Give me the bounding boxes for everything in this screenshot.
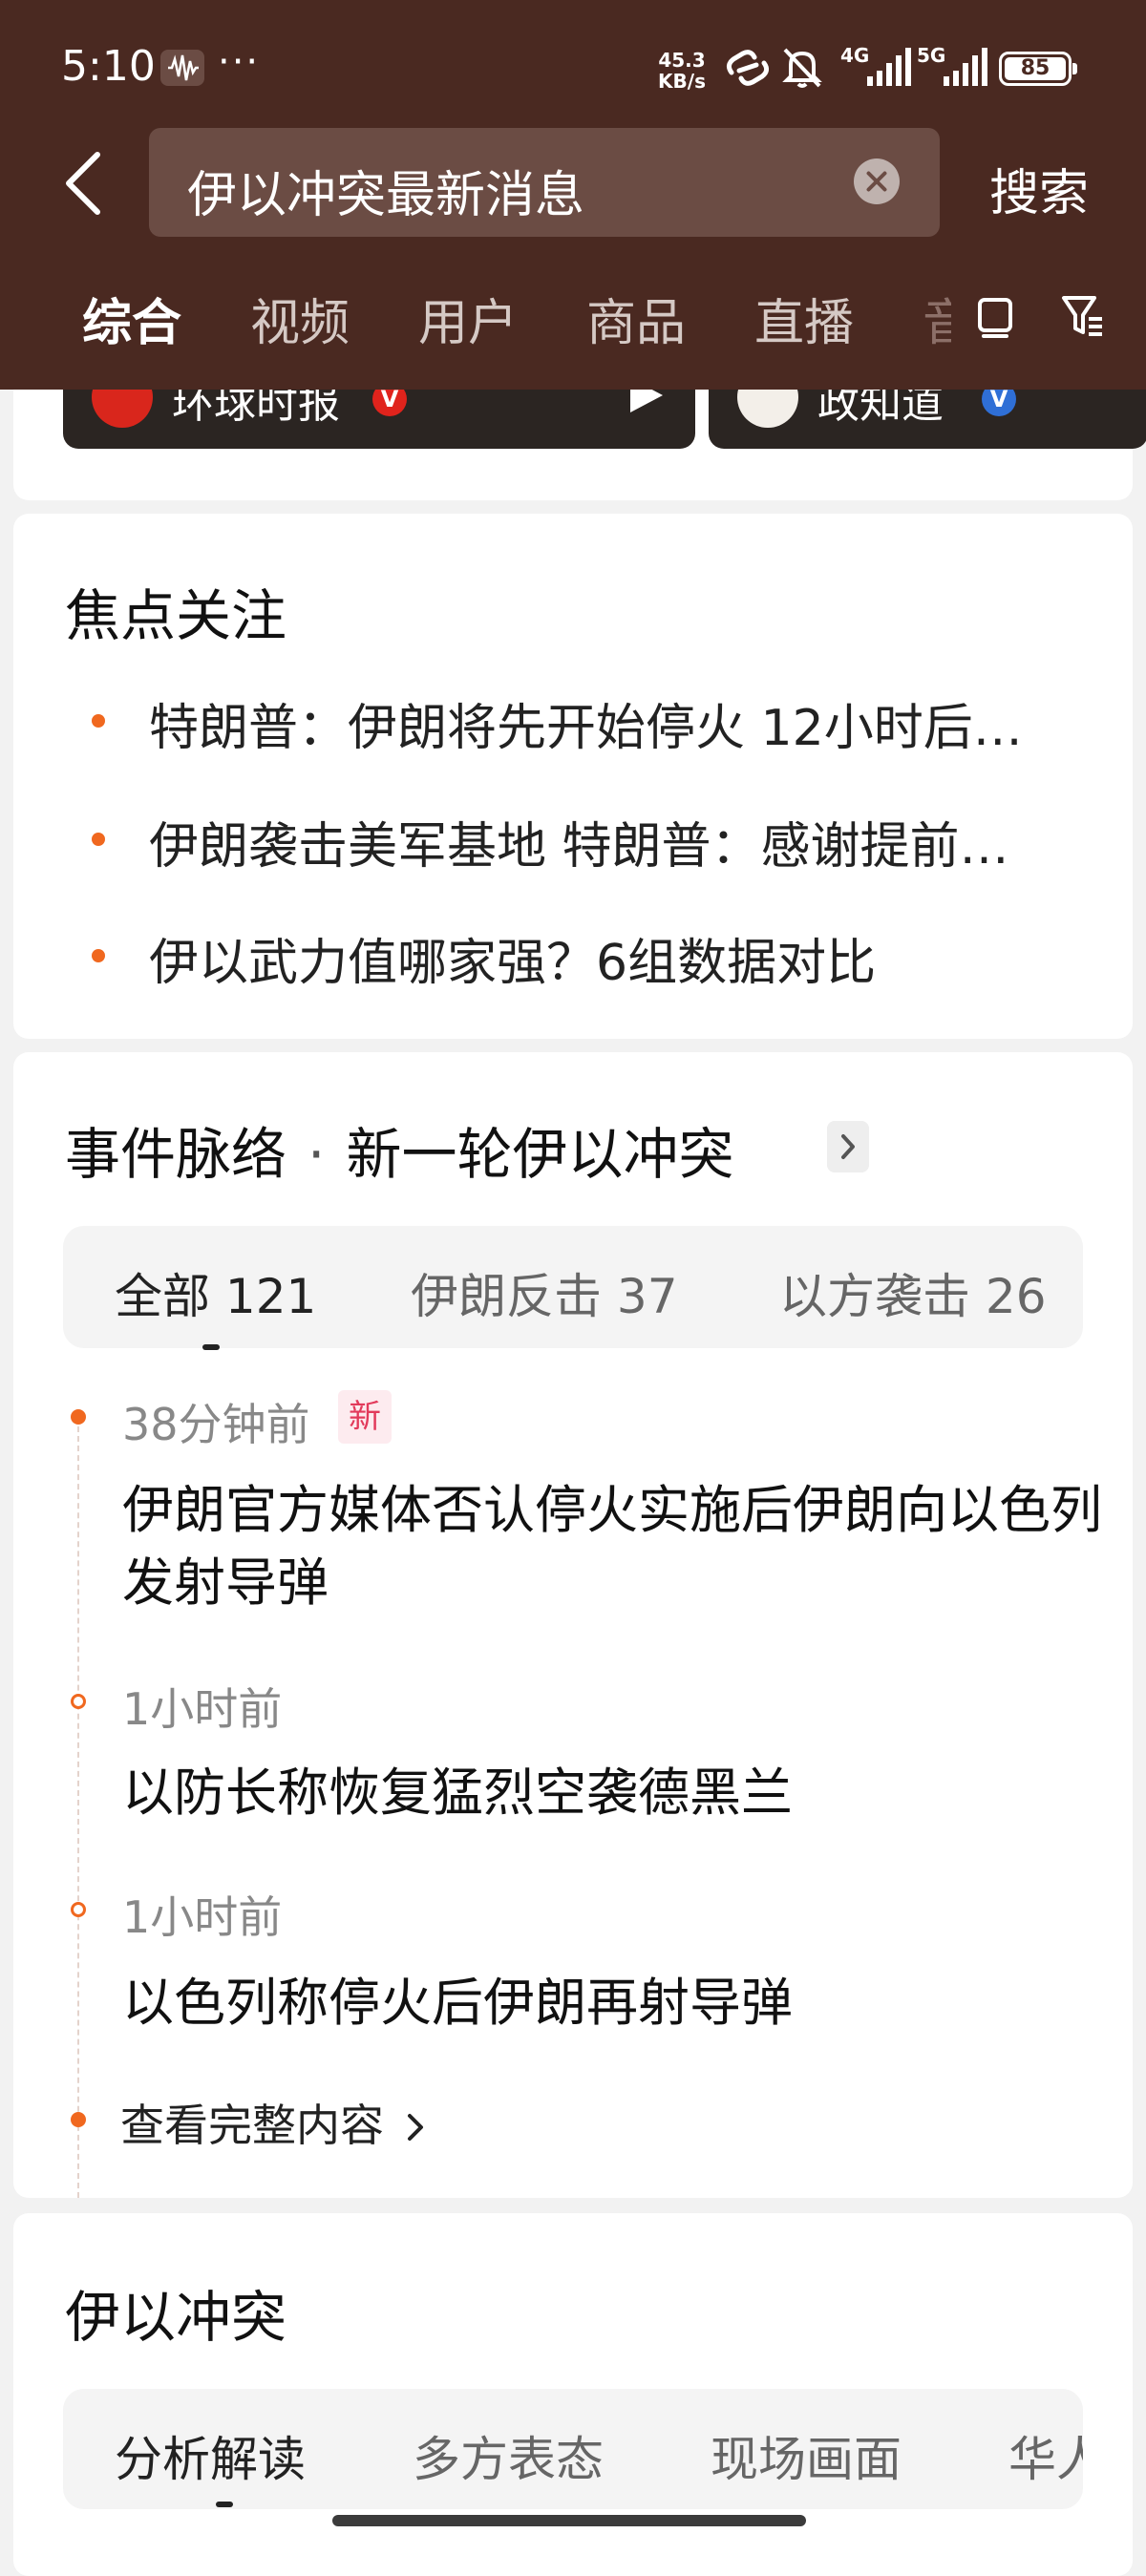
bullet-icon [92,949,105,962]
bullet-icon [92,714,105,728]
event-text[interactable]: 以防长称恢复猛烈空袭德黑兰 [122,1757,1106,1829]
conflict-tabs: 分析解读 多方表态 现场画面 华人 [63,2389,1083,2509]
event-timeline-card: 事件脉络 · 新一轮伊以冲突 全部 121 伊朗反击 37 以方袭击 26 38分钟… [13,1052,1133,2198]
search-button[interactable]: 搜索 [989,153,1089,224]
filter-icon[interactable] [1058,290,1106,342]
signal-5g-icon: 5G [915,44,991,90]
link-icon [726,50,770,86]
status-time: 5:10 [61,42,156,91]
search-query[interactable]: 伊以冲突最新消息 [187,155,584,226]
status-more: ··· [218,40,261,84]
chevron-right-icon [407,2114,423,2141]
home-indicator[interactable] [332,2515,806,2526]
timeline: 38分钟前 新 伊朗官方媒体否认停火实施后伊朗向以色列发射导弹 1小时前 以防长… [13,1052,1133,2198]
focus-title: 焦点关注 [65,583,287,648]
event-text[interactable]: 以色列称停火后伊朗再射导弹 [122,1967,1106,2039]
tab-music[interactable]: 音 [923,283,951,354]
search-input[interactable]: 伊以冲突最新消息 [149,128,940,237]
status-bar: 5:10 ··· 45.3 KB/s 4G 5G 85 [0,0,1146,134]
tab-all[interactable]: 综合 [82,283,181,354]
tab-analysis[interactable]: 分析解读 [115,2421,306,2490]
timeline-dot [71,2112,86,2127]
tab-chinese[interactable]: 华人 [1008,2421,1083,2490]
top-header: 5:10 ··· 45.3 KB/s 4G 5G 85 伊以冲突最新消息 搜索 … [0,0,1146,390]
net-speed: 45.3 KB/s [658,49,706,93]
tab-video[interactable]: 视频 [250,283,350,354]
new-badge: 新 [338,1390,392,1444]
focus-item[interactable]: 伊以武力值哪家强？6组数据对比 [65,922,1077,992]
conflict-title: 伊以冲突 [65,2285,287,2350]
timeline-line [77,1426,79,2198]
focus-card: 焦点关注 特朗普：伊朗将先开始停火 12小时后… 伊朗袭击美军基地 特朗普：感谢… [13,514,1133,1039]
focus-item[interactable]: 特朗普：伊朗将先开始停火 12小时后… [65,687,1077,757]
timeline-dot [71,1409,86,1425]
see-all-link[interactable]: 查看完整内容 [120,2091,429,2154]
clear-icon[interactable] [854,158,900,204]
timeline-dot [71,1694,86,1709]
battery-icon: 85 [999,52,1077,86]
tab-scene[interactable]: 现场画面 [711,2421,902,2490]
event-time: 38分钟前 [122,1399,310,1450]
search-tabs: 综合 视频 用户 商品 直播 音 [0,283,1146,359]
bullet-icon [92,833,105,846]
layout-icon[interactable] [974,290,1016,342]
focus-item[interactable]: 伊朗袭击美军基地 特朗普：感谢提前… [65,806,1077,876]
mute-bell-icon [782,48,822,88]
tab-live[interactable]: 直播 [754,283,854,354]
tab-goods[interactable]: 商品 [586,283,686,354]
signal-4g-icon: 4G [838,44,915,90]
tab-user[interactable]: 用户 [418,283,518,354]
event-time: 1小时前 [122,1891,283,1943]
active-tab-indicator [216,2502,233,2507]
tab-statements[interactable]: 多方表态 [413,2421,604,2490]
event-text[interactable]: 伊朗官方媒体否认停火实施后伊朗向以色列发射导弹 [122,1474,1106,1619]
audio-wave-icon [160,50,204,86]
back-arrow-icon[interactable] [59,145,107,222]
timeline-dot [71,1902,86,1917]
event-time: 1小时前 [122,1683,283,1735]
